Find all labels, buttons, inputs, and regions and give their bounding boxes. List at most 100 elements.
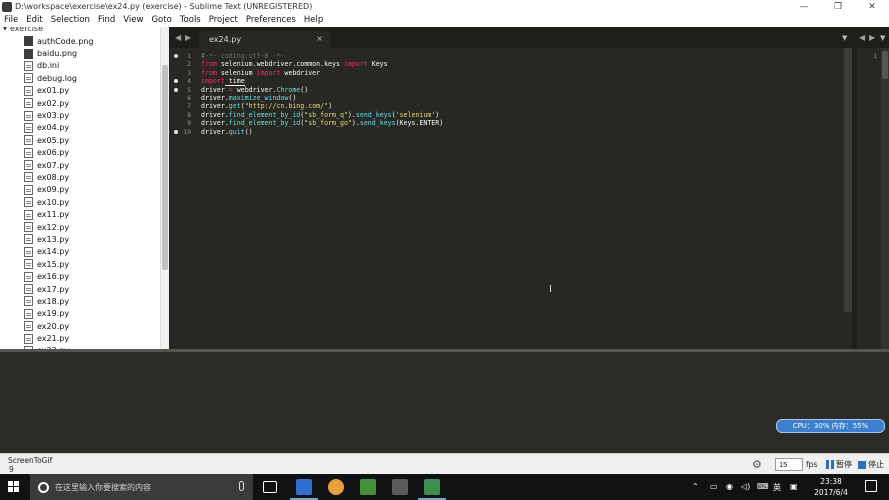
windows-start-icon[interactable] [8, 481, 20, 493]
sidebar-file-item[interactable]: ex06.py [24, 147, 93, 159]
fps-input[interactable] [775, 458, 803, 471]
screen-icon[interactable]: ▣ [790, 482, 798, 491]
tab-ex24[interactable]: ex24.py × [199, 31, 331, 48]
menu-help[interactable]: Help [300, 15, 327, 25]
tab-next-right-icon[interactable]: ▶ [869, 33, 875, 42]
sidebar-file-item[interactable]: ex05.py [24, 134, 93, 146]
tray-chevron-up-icon[interactable]: ⌃ [692, 482, 699, 491]
gear-icon[interactable]: ⚙ [752, 458, 762, 471]
sidebar-file-item[interactable]: ex04.py [24, 122, 93, 134]
sidebar-file-item[interactable]: ex02.py [24, 97, 93, 109]
menu-file[interactable]: File [0, 15, 22, 25]
file-icon [24, 259, 33, 270]
tab-prev-icon[interactable]: ◀ [175, 33, 181, 42]
sidebar-file-item[interactable]: ex21.py [24, 332, 93, 344]
microphone-icon[interactable] [239, 481, 244, 491]
code-line[interactable]: #-*- coding:utf-8 -*- [201, 52, 841, 60]
file-icon [24, 321, 33, 332]
maximize-button[interactable]: ❐ [821, 0, 855, 13]
code-line[interactable]: driver.find_element_by_id("sb_form_q").s… [201, 111, 841, 119]
sidebar-file-item[interactable]: ex19.py [24, 308, 93, 320]
sidebar-folder-exercise[interactable]: ▼ exercise [0, 27, 43, 33]
close-button[interactable]: ✕ [855, 0, 889, 13]
sidebar-file-item[interactable]: debug.log [24, 72, 93, 84]
menu-tools[interactable]: Tools [176, 15, 205, 25]
sidebar-file-item[interactable]: ex07.py [24, 159, 93, 171]
sidebar-file-item[interactable]: ex10.py [24, 196, 93, 208]
sidebar-scroll-thumb[interactable] [162, 65, 168, 270]
sidebar-file-item[interactable]: ex09.py [24, 184, 93, 196]
sidebar-file-item[interactable]: ex15.py [24, 258, 93, 270]
menu-selection[interactable]: Selection [47, 15, 94, 25]
task-view-icon[interactable] [263, 481, 277, 493]
menu-project[interactable]: Project [205, 15, 242, 25]
sidebar-file-item[interactable]: authCode.png [24, 35, 93, 47]
sidebar-folders: ▼ exercise authCode.png baidu.png db.ini de… [0, 27, 160, 350]
file-label: ex16.py [37, 272, 70, 282]
file-icon [24, 147, 33, 158]
clock-date: 2017/6/4 [814, 488, 848, 497]
menu-preferences[interactable]: Preferences [242, 15, 300, 25]
line-gutter: 1 2 3 4 5 6 7 8 9 10 [169, 52, 197, 342]
taskbar-app-editor-icon[interactable] [392, 479, 408, 495]
sidebar-file-item[interactable]: ex11.py [24, 208, 93, 220]
sidebar-file-item[interactable]: ex12.py [24, 221, 93, 233]
tab-dropdown-icon[interactable]: ▼ [842, 34, 847, 42]
right-pane-scroll-thumb[interactable] [882, 51, 888, 79]
minimize-button[interactable]: — [787, 0, 821, 13]
tab-prev-right-icon[interactable]: ◀ [859, 33, 865, 42]
sidebar-file-item[interactable]: ex17.py [24, 283, 93, 295]
menu-goto[interactable]: Goto [147, 15, 175, 25]
code-line[interactable]: from selenium.webdriver.common.keys impo… [201, 60, 841, 68]
sidebar-scrollbar[interactable] [160, 27, 169, 350]
taskbar-app-chrome-icon[interactable] [328, 479, 344, 495]
code-line[interactable]: driver.quit() [201, 128, 841, 136]
keyboard-icon[interactable]: ⌨ [757, 482, 769, 491]
tab-label: ex24.py [209, 35, 242, 44]
taskbar-app-screentogif-icon[interactable] [424, 479, 440, 495]
sidebar-file-item[interactable]: baidu.png [24, 47, 93, 59]
sidebar-file-item[interactable]: db.ini [24, 60, 93, 72]
battery-icon[interactable]: ▭ [710, 482, 718, 491]
modified-dot-icon [174, 79, 178, 84]
taskbar-app-terminal-icon[interactable] [360, 479, 376, 495]
code-line[interactable]: driver.maximize_window() [201, 94, 841, 102]
code-line[interactable]: driver.get("http://cn.bing.com/") [201, 102, 841, 110]
code-view[interactable]: #-*- coding:utf-8 -*- from selenium.webdr… [201, 52, 841, 136]
line-number-text: 10 [183, 127, 191, 136]
menu-view[interactable]: View [119, 15, 147, 25]
minimap[interactable] [844, 48, 852, 312]
sidebar-file-item[interactable]: ex16.py [24, 270, 93, 282]
sidebar-file-item[interactable]: ex08.py [24, 171, 93, 183]
notification-icon[interactable] [865, 480, 877, 492]
pause-button[interactable]: 暂停 [826, 459, 852, 470]
modified-dot-icon [174, 129, 178, 134]
taskbar-clock[interactable]: 23:38 2017/6/4 [808, 476, 854, 498]
code-line[interactable]: import time [201, 77, 841, 87]
sidebar-file-item[interactable]: ex01.py [24, 85, 93, 97]
code-line[interactable]: driver = webdriver.Chrome() [201, 86, 841, 94]
menu-find[interactable]: Find [94, 15, 119, 25]
line-number-text: 5 [187, 85, 191, 94]
code-line[interactable]: driver.find_element_by_id("sb_form_go").… [201, 119, 841, 127]
taskbar-search[interactable]: 在这里输入你要搜索的内容 [30, 474, 253, 500]
ime-indicator[interactable]: 英 [773, 482, 781, 493]
sidebar-file-item[interactable]: ex13.py [24, 233, 93, 245]
taskbar-app-explorer-icon[interactable] [296, 479, 312, 495]
editor-scroll-track[interactable] [852, 48, 857, 350]
stop-label: 停止 [868, 460, 884, 469]
file-label: ex19.py [37, 309, 70, 319]
tab-dropdown-right-icon[interactable]: ▼ [880, 34, 885, 42]
sidebar-file-item[interactable]: ex18.py [24, 295, 93, 307]
menu-edit[interactable]: Edit [22, 15, 46, 25]
right-pane-scrollbar[interactable] [881, 48, 889, 350]
sidebar-file-item[interactable]: ex03.py [24, 109, 93, 121]
sidebar-file-item[interactable]: ex20.py [24, 320, 93, 332]
volume-icon[interactable]: ◁) [741, 482, 750, 491]
network-icon[interactable]: ◉ [726, 482, 733, 491]
tab-next-icon[interactable]: ▶ [185, 33, 191, 42]
sidebar-file-item[interactable]: ex14.py [24, 246, 93, 258]
code-line[interactable]: from selenium import webdriver [201, 69, 841, 77]
stop-button[interactable]: 停止 [858, 459, 884, 470]
tab-close-icon[interactable]: × [316, 34, 323, 43]
